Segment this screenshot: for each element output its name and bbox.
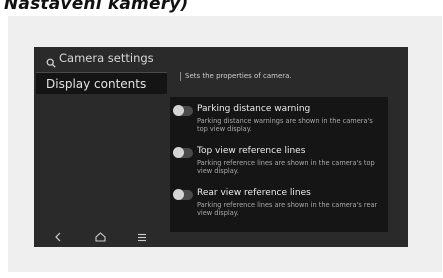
option-top-view-reference-lines[interactable]: Top view reference lines Parking referen… [170,143,388,183]
toggle-switch[interactable] [173,105,193,116]
toggle-knob [173,189,184,200]
page: Nastavení kamery) Camera settings Displa… [0,0,443,278]
toggle-knob [173,147,184,158]
home-icon [94,227,106,246]
toggle-knob [173,105,184,116]
content-area: Sets the properties of camera. Parking d… [170,69,408,247]
option-description: Parking reference lines are shown in the… [197,159,375,176]
option-title: Parking distance warning [197,104,311,114]
content-description: Sets the properties of camera. [180,72,292,81]
screen-title-wrap[interactable]: Camera settings [46,50,154,68]
bottom-nav [34,225,169,247]
option-title: Top view reference lines [197,146,306,156]
sidebar: Display contents [34,69,169,247]
screen-header: Camera settings [34,47,408,69]
menu-icon [137,227,147,246]
options-panel: Parking distance warning Parking distanc… [170,97,388,232]
back-button[interactable] [50,228,66,244]
infotainment-screen: Camera settings Display contents Sets th… [34,47,408,247]
menu-button[interactable] [134,228,150,244]
chevron-left-icon [54,227,62,246]
document-caption: Nastavení kamery) [4,0,189,14]
sidebar-item-display-contents[interactable]: Display contents [36,72,167,94]
screen-title: Camera settings [59,51,154,65]
option-description: Parking distance warnings are shown in t… [197,117,373,134]
option-title: Rear view reference lines [197,188,311,198]
toggle-switch[interactable] [173,189,193,200]
option-parking-distance-warning[interactable]: Parking distance warning Parking distanc… [170,101,388,141]
option-description: Parking reference lines are shown in the… [197,201,378,218]
search-icon[interactable] [46,53,56,68]
toggle-switch[interactable] [173,147,193,158]
option-rear-view-reference-lines[interactable]: Rear view reference lines Parking refere… [170,185,388,225]
sidebar-item-label: Display contents [46,76,147,91]
home-button[interactable] [92,228,108,244]
